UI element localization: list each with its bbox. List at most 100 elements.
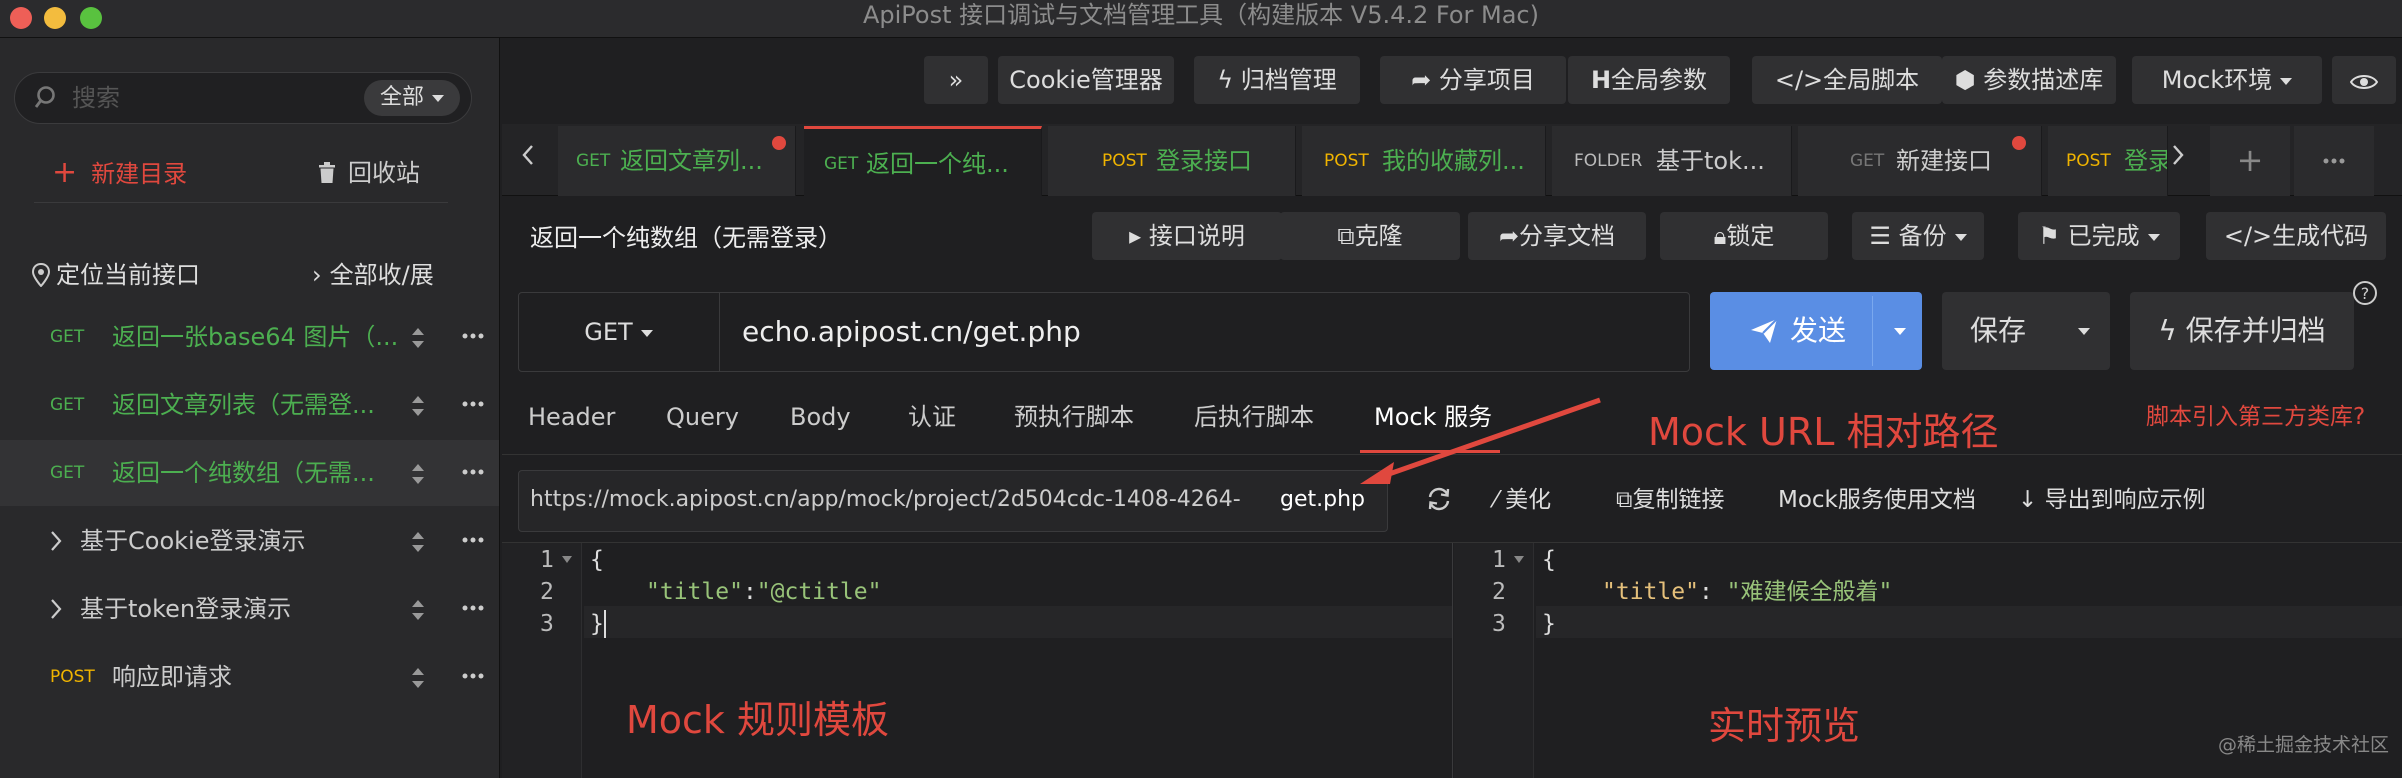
mock-docs-link[interactable]: Mock服务使用文档 xyxy=(1778,484,1976,516)
request-tab[interactable]: POST 登录接口 xyxy=(1048,126,1296,196)
request-tab[interactable]: POST 登录 xyxy=(2048,126,2168,196)
more-icon[interactable] xyxy=(462,604,484,612)
api-doc-button[interactable]: ▸ 接口说明 xyxy=(1092,212,1282,260)
location-pin-icon xyxy=(31,262,51,288)
expand-toolbar-button[interactable]: » xyxy=(924,56,988,104)
share-icon: ➦ xyxy=(1411,66,1439,94)
tab-label: 登录 xyxy=(2124,147,2168,175)
save-button[interactable]: 保存 xyxy=(1942,292,2110,370)
collapse-all-button[interactable]: › 全部收/展 xyxy=(312,258,434,292)
status-dropdown[interactable]: ⚑ 已完成 xyxy=(2018,212,2180,260)
sort-icon[interactable] xyxy=(410,666,426,690)
export-example-button[interactable]: ↓ 导出到响应示例 xyxy=(2018,484,2206,516)
request-tab-active[interactable]: GET 返回一个纯... xyxy=(804,126,1042,196)
request-tab[interactable]: POST 我的收藏列... xyxy=(1302,126,1546,196)
copy-icon: ⧉ xyxy=(1616,487,1633,513)
param-library-button[interactable]: ⬢ 参数描述库 xyxy=(1942,56,2116,104)
request-title: 返回一个纯数组（无需登录） xyxy=(530,224,842,252)
tabs-scroll-right-icon[interactable] xyxy=(2168,140,2188,170)
cookie-manager-button[interactable]: Cookie管理器 xyxy=(998,56,1174,104)
help-icon[interactable]: ? xyxy=(2352,280,2378,306)
lock-button[interactable]: 🔒︎锁定 xyxy=(1660,212,1828,260)
collapse-all-label: 全部收/展 xyxy=(329,261,434,289)
subtab-auth[interactable]: 认证 xyxy=(908,400,956,434)
method-badge: POST xyxy=(1324,151,1369,171)
more-icon[interactable] xyxy=(462,468,484,476)
archive-manager-button[interactable]: ϟ 归档管理 xyxy=(1194,56,1360,104)
chevron-down-icon xyxy=(432,94,445,102)
tree-folder[interactable]: 基于Cookie登录演示 xyxy=(0,508,499,574)
fold-icon[interactable] xyxy=(562,556,572,564)
tab-menu-button[interactable] xyxy=(2294,126,2374,196)
tree-item[interactable]: GET 返回文章列表（无需登... xyxy=(0,372,499,438)
request-tab[interactable]: FOLDER 基于tok... xyxy=(1552,126,1792,196)
mock-env-dropdown[interactable]: Mock环境 xyxy=(2132,56,2322,104)
mock-env-label: Mock环境 xyxy=(2161,66,2273,94)
tree-item[interactable]: POST 响应即请求 xyxy=(0,644,499,710)
share-project-button[interactable]: ➦ 分享项目 xyxy=(1380,56,1566,104)
send-button[interactable]: 发送 xyxy=(1710,292,1922,370)
subtab-body[interactable]: Body xyxy=(790,400,851,434)
new-directory-button[interactable]: + 新建目录 xyxy=(52,156,187,191)
tabs-scroll-left-icon[interactable] xyxy=(518,140,538,170)
share-doc-button[interactable]: ➦分享文档 xyxy=(1468,212,1646,260)
more-icon[interactable] xyxy=(462,332,484,340)
tree-folder[interactable]: 基于token登录演示 xyxy=(0,576,499,642)
tree-item[interactable]: GET 返回一张base64 图片（... xyxy=(0,304,499,370)
more-icon[interactable] xyxy=(462,672,484,680)
code-line[interactable]: "title":"@ctitle" xyxy=(646,576,881,608)
recycle-bin-button[interactable]: 回收站 xyxy=(318,156,420,190)
sort-icon[interactable] xyxy=(410,326,426,350)
save-and-archive-button[interactable]: ϟ 保存并归档 xyxy=(2130,292,2354,370)
code-line[interactable]: { xyxy=(590,544,604,576)
sidebar: 搜索 全部 + 新建目录 回收站 定位当前接口 › 全部收/展 GET 返回一张ba… xyxy=(0,38,500,778)
line-number: 2 xyxy=(540,579,554,605)
sort-icon[interactable] xyxy=(410,598,426,622)
scope-dropdown[interactable]: 全部 xyxy=(364,80,460,116)
new-tab-button[interactable]: + xyxy=(2210,126,2290,196)
sort-icon[interactable] xyxy=(410,394,426,418)
pane-separator[interactable] xyxy=(1452,543,1453,778)
subtab-pre-script[interactable]: 预执行脚本 xyxy=(1014,400,1134,434)
more-icon[interactable] xyxy=(462,400,484,408)
sort-icon[interactable] xyxy=(410,462,426,486)
request-tab[interactable]: GET 新建接口 xyxy=(1798,126,2042,196)
eye-button[interactable] xyxy=(2332,56,2396,104)
scope-label: 全部 xyxy=(380,85,425,110)
url-input[interactable]: echo.apipost.cn/get.php xyxy=(742,312,1081,352)
clone-button[interactable]: ⧉克隆 xyxy=(1280,212,1460,260)
global-params-button[interactable]: H全局参数 xyxy=(1568,56,1730,104)
global-params-label: 全局参数 xyxy=(1611,66,1708,94)
method-select[interactable]: GET xyxy=(518,292,720,372)
subtab-query[interactable]: Query xyxy=(666,400,739,434)
json-separator: : xyxy=(742,579,757,605)
request-tab[interactable]: GET 返回文章列... xyxy=(558,126,796,196)
svg-text:?: ? xyxy=(2361,284,2370,303)
annotation-rule-template: Mock 规则模板 xyxy=(626,698,890,742)
generate-code-button[interactable]: </>生成代码 xyxy=(2206,212,2386,260)
more-icon[interactable] xyxy=(462,536,484,544)
subtab-post-script[interactable]: 后执行脚本 xyxy=(1194,400,1314,434)
send-dropdown-icon[interactable] xyxy=(1894,328,1906,335)
backup-dropdown[interactable]: ☰ 备份 xyxy=(1852,212,1984,260)
subtab-header[interactable]: Header xyxy=(528,400,615,434)
annotation-arrow-icon xyxy=(1360,397,1601,484)
folder-label: 基于token登录演示 xyxy=(80,595,292,623)
active-line-highlight xyxy=(1536,606,2402,638)
save-dropdown-icon[interactable] xyxy=(2078,328,2090,335)
locate-current-button[interactable]: 定位当前接口 xyxy=(31,258,200,292)
copy-link-button[interactable]: ⧉复制链接 xyxy=(1616,484,1724,516)
search-placeholder: 搜索 xyxy=(72,84,120,112)
fold-icon[interactable] xyxy=(1514,556,1524,564)
line-number: 3 xyxy=(540,611,554,637)
sort-icon[interactable] xyxy=(410,530,426,554)
method-badge: POST xyxy=(2066,151,2111,171)
text-cursor xyxy=(604,610,606,638)
script-library-link[interactable]: 脚本引入第三方类库? xyxy=(2146,400,2365,434)
plus-icon: + xyxy=(52,155,78,190)
lock-label: 锁定 xyxy=(1726,222,1775,250)
code-line[interactable]: } xyxy=(590,608,604,640)
flag-icon: ⚑ xyxy=(2038,222,2068,250)
global-script-button[interactable]: </>全局脚本 xyxy=(1752,56,1942,104)
tree-item-active[interactable]: GET 返回一个纯数组（无需... xyxy=(0,440,499,506)
